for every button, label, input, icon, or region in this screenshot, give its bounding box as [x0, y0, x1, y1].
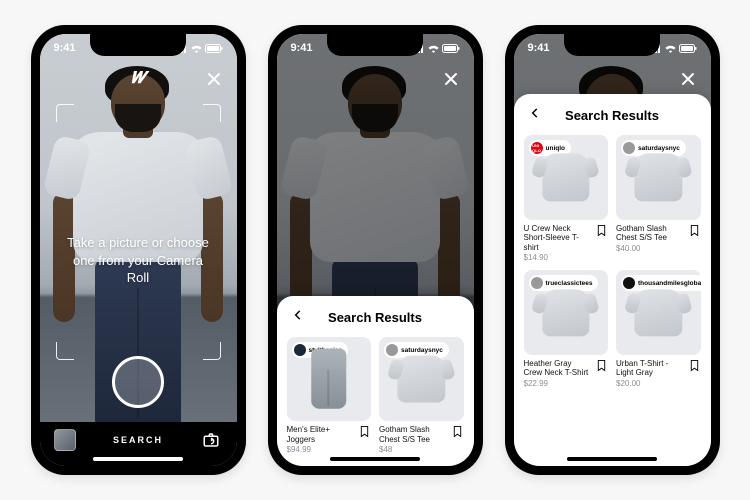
bookmark-icon[interactable] — [596, 359, 608, 377]
crop-corner[interactable] — [203, 104, 221, 122]
notch — [327, 34, 423, 56]
notch — [90, 34, 186, 56]
product-title: U Crew Neck Short-Sleeve T-shirt — [524, 224, 593, 253]
brand-name: saturdaysnyc — [401, 347, 443, 354]
product-card[interactable]: thousandmilesglobal Urban T-Shirt - Ligh… — [616, 270, 701, 388]
close-icon[interactable] — [203, 68, 225, 90]
product-card[interactable]: saturdaysnyc Gotham Slash Chest S/S Tee … — [379, 337, 464, 454]
notch — [564, 34, 660, 56]
crop-corner[interactable] — [56, 104, 74, 122]
phone-results-peek: 9:41 — [268, 25, 483, 475]
bookmark-icon[interactable] — [452, 425, 464, 443]
brand-avatar: UNIQLO — [531, 142, 543, 154]
product-card[interactable]: UNIQLO uniqlo U Crew Neck Short-Sleeve T… — [524, 135, 609, 262]
product-title: Heather Gray Crew Neck T-Shirt — [524, 359, 593, 378]
camera-roll-thumbnail[interactable] — [54, 429, 76, 451]
product-price: $22.99 — [524, 379, 593, 388]
product-price: $48 — [379, 445, 448, 454]
brand-name: uniqlo — [546, 145, 566, 152]
home-indicator[interactable] — [93, 457, 183, 461]
brand-name: trueclassictees — [546, 280, 593, 287]
phone-results-expanded: 9:41 — [505, 25, 720, 475]
close-icon[interactable] — [677, 68, 699, 90]
flip-camera-icon[interactable] — [200, 429, 222, 451]
product-title: Gotham Slash Chest S/S Tee — [616, 224, 685, 243]
crop-corner[interactable] — [56, 342, 74, 360]
product-title: Gotham Slash Chest S/S Tee — [379, 425, 448, 444]
brand-avatar — [623, 142, 635, 154]
bookmark-icon[interactable] — [689, 224, 701, 242]
close-icon[interactable] — [440, 68, 462, 90]
camera-prompt: Take a picture or choose one from your C… — [40, 234, 237, 287]
product-card[interactable]: trueclassictees Heather Gray Crew Neck T… — [524, 270, 609, 388]
results-sheet[interactable]: Search Results styltbasics Men's Elite+ … — [277, 296, 474, 466]
shutter-button[interactable] — [112, 356, 164, 408]
brand-avatar — [386, 344, 398, 356]
bookmark-icon[interactable] — [596, 224, 608, 242]
brand-avatar — [294, 344, 306, 356]
results-grid: UNIQLO uniqlo U Crew Neck Short-Sleeve T… — [524, 135, 701, 388]
product-price: $14.90 — [524, 253, 593, 262]
brand-avatar — [531, 277, 543, 289]
product-card[interactable]: saturdaysnyc Gotham Slash Chest S/S Tee … — [616, 135, 701, 262]
app-logo: 𝑾 — [131, 70, 146, 88]
status-time: 9:41 — [54, 42, 94, 54]
search-label: SEARCH — [113, 435, 163, 445]
product-price: $40.00 — [616, 244, 685, 253]
brand-name: thousandmilesglobal — [638, 280, 701, 287]
sheet-title: Search Results — [528, 108, 697, 123]
status-time: 9:41 — [528, 42, 568, 54]
product-price: $94.99 — [287, 445, 356, 454]
results-sheet[interactable]: Search Results UNIQLO uniqlo U Crew Neck… — [514, 94, 711, 466]
product-title: Urban T-Shirt - Light Gray — [616, 359, 685, 378]
home-indicator[interactable] — [330, 457, 420, 461]
sheet-title: Search Results — [291, 310, 460, 325]
brand-avatar — [623, 277, 635, 289]
crop-corner[interactable] — [203, 342, 221, 360]
phone-camera-screen: 9:41 𝑾 Tak — [31, 25, 246, 475]
product-title: Men's Elite+ Joggers — [287, 425, 356, 444]
status-time: 9:41 — [291, 42, 331, 54]
product-card[interactable]: styltbasics Men's Elite+ Joggers $94.99 — [287, 337, 372, 454]
home-indicator[interactable] — [567, 457, 657, 461]
product-price: $20.00 — [616, 379, 685, 388]
bookmark-icon[interactable] — [689, 359, 701, 377]
brand-name: saturdaysnyc — [638, 145, 680, 152]
results-row: styltbasics Men's Elite+ Joggers $94.99 — [287, 337, 464, 454]
bookmark-icon[interactable] — [359, 425, 371, 443]
